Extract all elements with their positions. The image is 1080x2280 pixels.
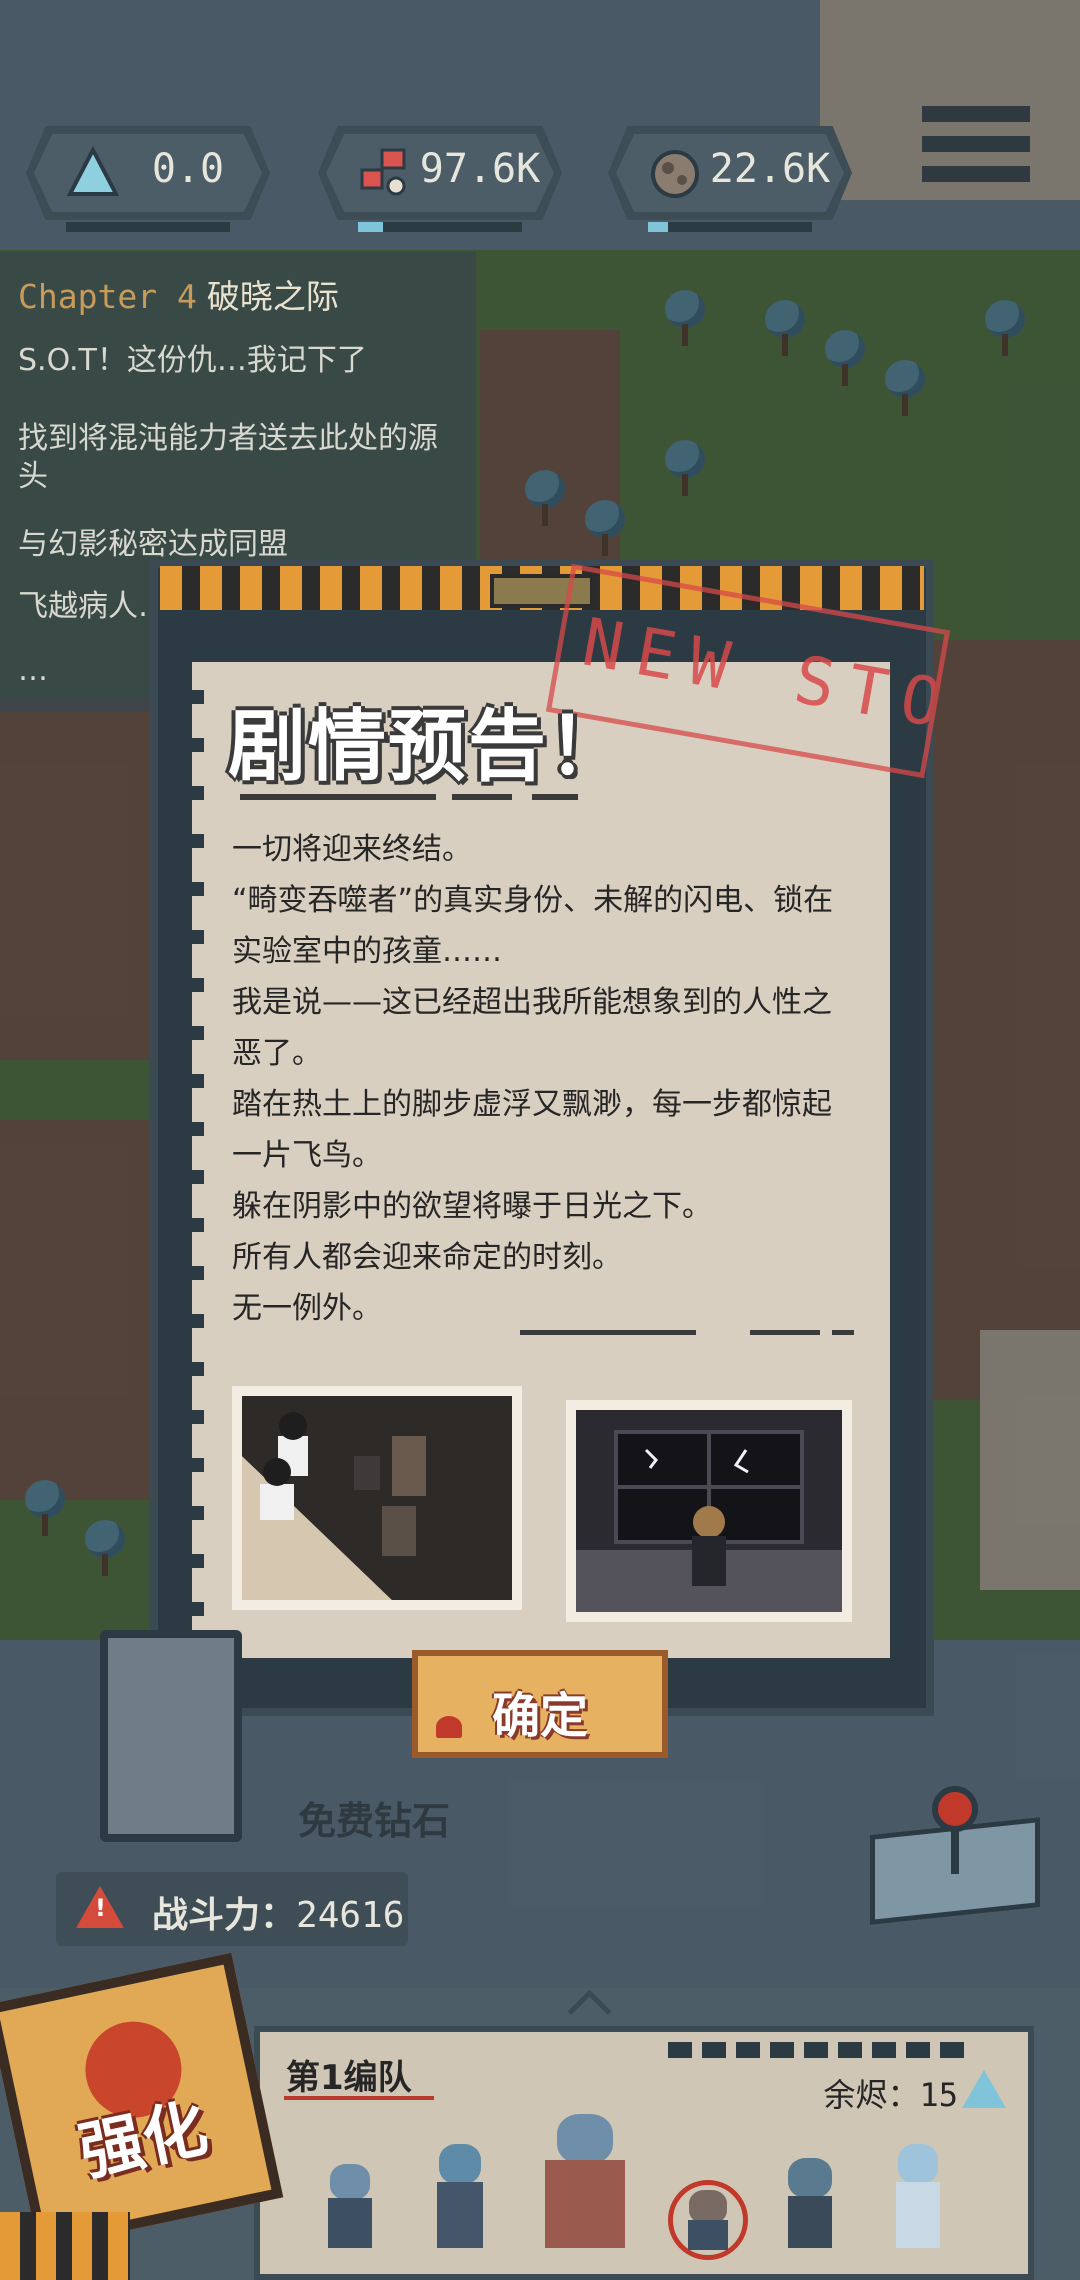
story-image-2 (566, 1400, 852, 1622)
ember-value: 15 (919, 2076, 958, 2114)
quest-item[interactable]: 与幻影秘密达成同盟 (18, 526, 458, 564)
story-line: 一切将迎来终结。 (232, 832, 472, 867)
free-diamond-label[interactable]: 免费钻石 (298, 1790, 450, 1845)
crystal-icon (64, 144, 122, 202)
upgrade-button[interactable]: 强化 (0, 1952, 284, 2250)
resource-value: 97.6K (419, 146, 541, 192)
squad-member[interactable] (320, 2164, 380, 2254)
chapter-number: Chapter 4 (18, 277, 197, 316)
divider (240, 794, 436, 800)
resource-ore[interactable]: 22.6K (608, 126, 852, 232)
ember-count: 余烬：15 (823, 2070, 958, 2116)
story-image-1 (232, 1386, 522, 1610)
squad-member[interactable] (780, 2158, 840, 2254)
resource-value: 22.6K (709, 146, 831, 192)
expand-chevron-icon[interactable] (568, 1990, 618, 2014)
power-label: 战斗力： (152, 1895, 297, 1936)
squad-member[interactable] (430, 2144, 490, 2254)
story-title: 剧情预告！ (228, 702, 629, 792)
free-diamond-button[interactable] (100, 1630, 242, 1842)
resource-material[interactable]: 97.6K (318, 126, 562, 232)
menu-icon[interactable] (922, 106, 1030, 182)
story-text: 一切将迎来终结。 “畸变吞噬者”的真实身份、未解的闪电、锁在实验室中的孩童…… … (232, 824, 852, 1334)
divider (750, 1330, 820, 1335)
ore-icon (646, 144, 704, 202)
resource-value: 0.0 (151, 146, 225, 192)
power-value: 24616 (296, 1895, 405, 1936)
squad-member[interactable] (668, 2180, 748, 2260)
spiral-holes (180, 690, 204, 1650)
squad-member[interactable] (890, 2144, 946, 2254)
quest-item[interactable]: 找到将混沌能力者送去此处的源头 (18, 420, 458, 496)
world-map-button[interactable] (870, 1786, 1040, 1925)
map-pin-icon (932, 1786, 978, 1832)
chapter-heading: Chapter 4 破晓之际 (18, 270, 339, 318)
story-line: 躲在阴影中的欲望将曝于日光之下。 (232, 1189, 712, 1224)
squad-name: 第1编队 (286, 2058, 412, 2098)
story-line: 我是说——这已经超出我所能想象到的人性之恶了。 (232, 985, 832, 1071)
story-line: 所有人都会迎来命定的时刻。 (232, 1240, 622, 1275)
warning-icon (76, 1886, 124, 1928)
story-line: 无一例外。 (232, 1291, 382, 1326)
combat-power[interactable]: 战斗力：24616 (56, 1872, 408, 1946)
material-icon (356, 144, 414, 202)
confirm-label: 确定 (491, 1688, 588, 1744)
divider (520, 1330, 696, 1335)
divider (532, 794, 578, 800)
ember-icon (962, 2070, 1006, 2108)
chapter-name: 破晓之际 (206, 277, 339, 316)
divider (452, 794, 512, 800)
confirm-button[interactable]: 确定 (412, 1650, 668, 1758)
ember-label: 余烬： (823, 2076, 920, 2114)
upgrade-label: 强化 (73, 2091, 214, 2191)
story-line: “畸变吞噬者”的真实身份、未解的闪电、锁在实验室中的孩童…… (232, 883, 834, 969)
quest-item[interactable]: S.O.T！这份仇…我记下了 (18, 342, 458, 380)
squad-member[interactable] (540, 2114, 630, 2254)
divider (832, 1330, 854, 1335)
story-line: 踏在热土上的脚步虚浮又飘渺，每一步都惊起一片飞鸟。 (232, 1087, 832, 1173)
resource-crystal[interactable]: 0.0 (26, 126, 270, 232)
squad-panel[interactable]: 第1编队 余烬：15 (254, 2026, 1034, 2280)
hazard-stripe (0, 2212, 130, 2280)
